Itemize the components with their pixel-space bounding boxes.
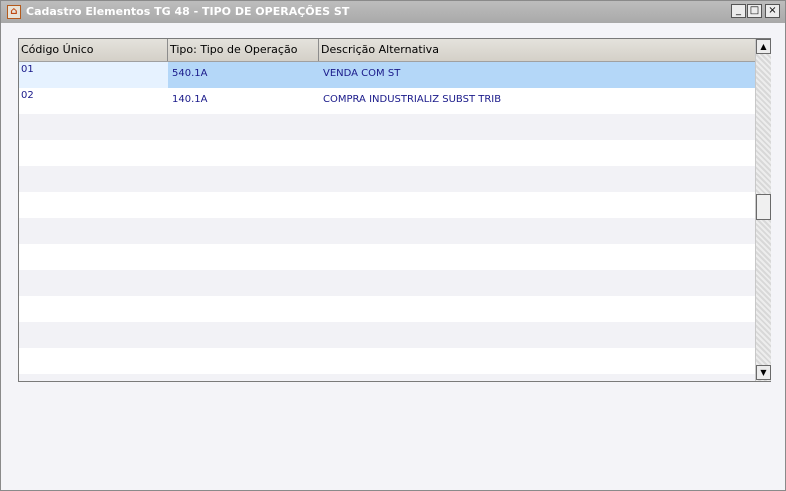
grid-rows: 01 540.1A VENDA COM ST 02 140.1A COMPRA … — [19, 62, 755, 381]
vertical-scrollbar[interactable]: ▲ ▼ — [755, 39, 771, 381]
empty-row[interactable] — [19, 166, 755, 192]
column-header-tipo[interactable]: Tipo: Tipo de Operação — [168, 39, 319, 61]
empty-row[interactable] — [19, 322, 755, 348]
empty-row[interactable] — [19, 192, 755, 218]
scroll-thumb[interactable] — [756, 194, 771, 220]
table-row[interactable]: 01 540.1A VENDA COM ST — [19, 62, 755, 88]
empty-row[interactable] — [19, 348, 755, 374]
cell-descricao[interactable]: COMPRA INDUSTRIALIZ SUBST TRIB — [321, 88, 755, 114]
scroll-up-arrow-icon[interactable]: ▲ — [756, 39, 771, 54]
empty-row[interactable] — [19, 296, 755, 322]
close-button[interactable]: × — [765, 4, 780, 18]
cell-codigo[interactable]: 02 — [19, 88, 168, 114]
minimize-button[interactable]: _ — [731, 4, 746, 18]
data-grid: Código Único Tipo: Tipo de Operação Desc… — [18, 38, 771, 382]
column-header-descricao[interactable]: Descrição Alternativa — [319, 39, 755, 61]
cell-descricao[interactable]: VENDA COM ST — [321, 62, 755, 88]
title-bar[interactable]: ⌂ Cadastro Elementos TG 48 - TIPO DE OPE… — [1, 1, 785, 23]
maximize-button[interactable]: □ — [747, 4, 762, 18]
cell-tipo[interactable]: 140.1A — [170, 88, 319, 114]
column-header-codigo[interactable]: Código Único — [19, 39, 168, 61]
window: ⌂ Cadastro Elementos TG 48 - TIPO DE OPE… — [0, 0, 786, 491]
app-house-icon[interactable]: ⌂ — [7, 5, 21, 19]
window-title: Cadastro Elementos TG 48 - TIPO DE OPERA… — [26, 5, 350, 18]
grid-header: Código Único Tipo: Tipo de Operação Desc… — [19, 39, 755, 62]
empty-row[interactable] — [19, 140, 755, 166]
empty-row[interactable] — [19, 218, 755, 244]
table-row[interactable]: 02 140.1A COMPRA INDUSTRIALIZ SUBST TRIB — [19, 88, 755, 114]
scroll-down-arrow-icon[interactable]: ▼ — [756, 365, 771, 380]
cell-tipo[interactable]: 540.1A — [170, 62, 319, 88]
empty-row[interactable] — [19, 270, 755, 296]
empty-row[interactable] — [19, 114, 755, 140]
cell-codigo[interactable]: 01 — [19, 62, 168, 88]
empty-row[interactable] — [19, 374, 755, 381]
empty-row[interactable] — [19, 244, 755, 270]
